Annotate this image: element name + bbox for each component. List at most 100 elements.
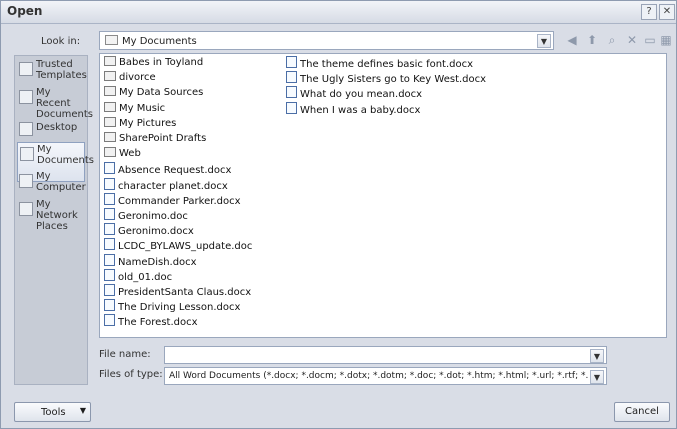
file-name: Absence Request.docx [118, 165, 232, 177]
file-name: What do you mean.docx [300, 89, 423, 101]
computer-icon [19, 174, 33, 188]
list-item[interactable]: SharePoint Drafts [104, 132, 206, 146]
list-item[interactable]: Geronimo.docx [104, 223, 194, 237]
word-document-icon [104, 208, 115, 220]
list-item[interactable]: Absence Request.docx [104, 162, 231, 176]
my-documents-icon [20, 147, 34, 161]
dialog-title: Open [7, 4, 43, 18]
list-item[interactable]: Babes in Toyland [104, 56, 203, 70]
file-name: old_01.doc [118, 271, 173, 283]
tools-label: Tools [41, 407, 66, 418]
file-name: Geronimo.doc [118, 211, 188, 222]
file-name: The Ugly Sisters go to Key West.docx [300, 74, 487, 86]
places-bar: Trusted Templates My Recent Documents De… [14, 55, 95, 385]
place-label: My Computer [36, 171, 86, 193]
file-name: The theme defines basic font.docx [300, 59, 474, 70]
word-document-icon [104, 223, 115, 236]
files-of-type-value: All Word Documents (*.docx; *.docm; *.do… [169, 371, 589, 381]
list-item[interactable]: character planet.docx [104, 177, 228, 192]
word-document-icon [104, 268, 115, 281]
list-item[interactable]: My Pictures [104, 116, 177, 131]
word-document-icon [286, 71, 297, 84]
list-item[interactable]: My Music [104, 101, 165, 116]
file-name: SharePoint Drafts [119, 133, 207, 144]
list-item[interactable]: divorce [104, 71, 156, 85]
help-icon[interactable]: ? [641, 4, 657, 20]
open-dialog: Open ? ✕ Look in: My Documents ▼ ◀ ⬆ ⌕ ✕… [0, 0, 677, 429]
file-list[interactable]: Babes in Toyland divorce My Data Sources My… [99, 53, 667, 338]
file-name-label: File name: [99, 349, 151, 360]
look-in-value: My Documents [122, 36, 197, 47]
search-web-icon[interactable]: ⌕ [603, 31, 621, 49]
word-document-icon [286, 56, 297, 68]
list-item[interactable]: Commander Parker.docx [104, 192, 241, 207]
place-label: My Recent Documents [36, 87, 94, 120]
word-document-icon [104, 162, 115, 175]
folder-icon [104, 86, 116, 97]
network-icon [19, 202, 33, 216]
templates-icon [19, 62, 33, 76]
list-item[interactable]: When I was a baby.docx [286, 101, 421, 116]
list-item[interactable]: The theme defines basic font.docx [286, 56, 473, 70]
tools-button[interactable]: Tools ▼ [14, 402, 91, 422]
close-icon[interactable]: ✕ [659, 4, 675, 20]
chevron-down-icon: ▼ [79, 406, 86, 415]
up-folder-icon[interactable]: ⬆ [583, 31, 601, 49]
word-document-icon [104, 238, 115, 251]
file-name: My Pictures [119, 117, 177, 129]
views-icon[interactable]: ▦ [657, 31, 675, 49]
list-item[interactable]: old_01.doc [104, 268, 173, 283]
place-label: Trusted Templates [36, 59, 87, 81]
recent-documents-icon [19, 90, 33, 104]
file-name: divorce [119, 72, 156, 84]
folder-icon [105, 35, 118, 45]
files-of-type-select[interactable]: All Word Documents (*.docx; *.docm; *.do… [164, 367, 607, 385]
file-name: NameDish.docx [118, 256, 197, 268]
delete-icon[interactable]: ✕ [623, 31, 641, 49]
folder-icon [104, 132, 116, 142]
chevron-down-icon[interactable]: ▼ [590, 349, 604, 363]
folder-icon [104, 56, 116, 66]
place-label: Desktop [36, 122, 78, 133]
folder-icon [104, 71, 116, 82]
word-document-icon [286, 101, 297, 114]
back-icon[interactable]: ◀ [563, 31, 581, 49]
file-name: When I was a baby.docx [300, 104, 421, 116]
list-item[interactable]: Web [104, 147, 141, 161]
file-name: Geronimo.docx [118, 226, 194, 238]
file-name: Commander Parker.docx [118, 195, 241, 207]
file-name: My Data Sources [119, 87, 204, 99]
list-item[interactable]: My Data Sources [104, 86, 203, 100]
list-item[interactable]: PresidentSanta Claus.docx [104, 284, 251, 298]
word-document-icon [104, 177, 115, 190]
file-name: The Forest.docx [118, 317, 198, 329]
list-item[interactable]: The Driving Lesson.docx [104, 299, 240, 313]
word-document-icon [104, 284, 115, 296]
file-name: character planet.docx [118, 180, 228, 192]
file-name: Babes in Toyland [119, 57, 204, 68]
desktop-icon [19, 122, 33, 136]
list-item[interactable]: The Forest.docx [104, 314, 198, 328]
list-item[interactable]: Geronimo.doc [104, 208, 188, 222]
word-document-icon [286, 86, 297, 99]
list-item[interactable]: What do you mean.docx [286, 86, 422, 100]
file-name: Web [119, 148, 141, 160]
folder-icon [104, 147, 116, 158]
word-document-icon [104, 192, 115, 205]
list-item[interactable]: NameDish.docx [104, 253, 197, 268]
list-item[interactable]: LCDC_BYLAWS_update.doc [104, 238, 252, 252]
chevron-down-icon[interactable]: ▼ [537, 34, 551, 48]
chevron-down-icon[interactable]: ▼ [590, 370, 604, 384]
files-of-type-label: Files of type: [99, 369, 163, 380]
look-in-label: Look in: [41, 36, 81, 47]
file-name: The Driving Lesson.docx [118, 302, 241, 314]
file-name-input[interactable]: ▼ [164, 346, 607, 364]
place-my-network-places[interactable]: My Network Places [17, 198, 85, 238]
place-label: My Documents [37, 144, 95, 166]
list-item[interactable]: The Ugly Sisters go to Key West.docx [286, 71, 486, 85]
title-bar: Open ? ✕ [1, 1, 676, 24]
file-name: PresidentSanta Claus.docx [118, 287, 252, 298]
look-in-combo[interactable]: My Documents ▼ [99, 31, 554, 50]
word-document-icon [104, 299, 115, 312]
cancel-button[interactable]: Cancel [614, 402, 670, 422]
